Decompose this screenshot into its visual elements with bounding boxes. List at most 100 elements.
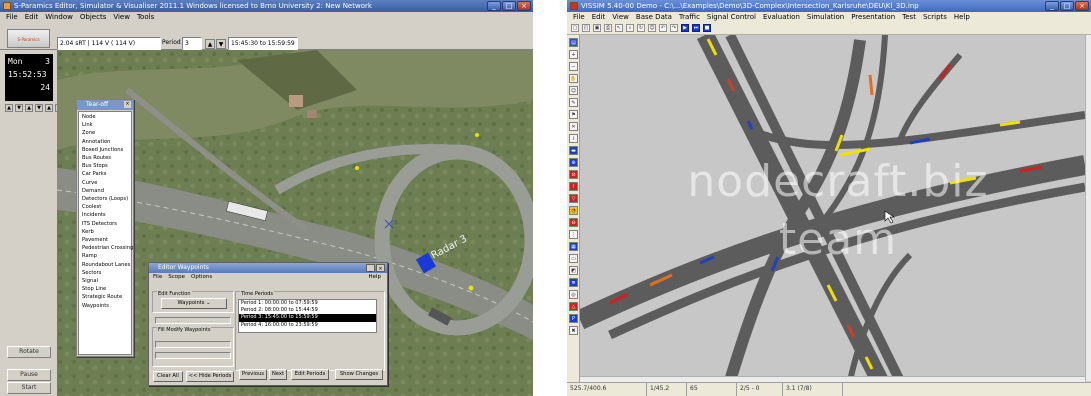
tearoff-item[interactable]: Zone [79,129,131,137]
tearoff-item[interactable]: Link [79,121,131,129]
rotate-button[interactable]: Rotate [7,346,51,358]
close-icon[interactable]: × [517,1,531,11]
network-view[interactable]: nodecraft.biz team [580,35,1085,381]
waypoint-field-2[interactable] [155,341,231,348]
tearoff-item[interactable]: Car Parks [79,170,131,178]
tearoff-item[interactable]: Boxed Junctions [79,146,131,154]
play-icon[interactable]: ▶ [681,24,689,32]
undo-icon[interactable]: ↶ [659,24,667,32]
waypoints-titlebar[interactable]: Editor Waypoints _ × [149,263,387,273]
speed-down-icon-2[interactable]: ▼ [35,104,43,112]
tearoff-item[interactable]: Annotation [79,138,131,146]
period-item[interactable]: Period 4: 16:00:00 to 23:59:59 [239,322,376,329]
menu-tools[interactable]: Tools [137,12,154,22]
menu-item[interactable]: Base Data [636,12,672,22]
stop-sign-icon[interactable]: ⊘ [569,170,578,179]
menu-item[interactable]: Evaluation [763,12,800,22]
tearoff-item[interactable]: Curve [79,179,131,187]
periods-list[interactable]: Period 1: 00:00:00 to 07:59:59 Period 2:… [238,299,377,333]
period-item-selected[interactable]: Period 3: 15:45:00 to 15:59:59 [239,314,376,322]
period-input[interactable]: 3 [182,37,202,50]
tearoff-item[interactable]: Ramp [79,252,131,260]
vertical-scrollbar[interactable] [1085,35,1091,381]
speed-up-icon-2[interactable]: ▲ [25,104,33,112]
print-icon[interactable]: ⎙ [604,24,612,32]
select-icon[interactable]: ↖ [615,24,623,32]
tearoff-item[interactable]: Incidents [79,211,131,219]
waypoint-field-1[interactable] [155,317,231,324]
menu-scope[interactable]: Scope [168,273,185,282]
menu-item[interactable]: Presentation [851,12,895,22]
data-collection-icon[interactable]: ⊕ [569,158,578,167]
no-entry-icon[interactable]: ⊖ [569,218,578,227]
signal-head-icon[interactable]: i [569,134,578,143]
menu-file[interactable]: File [153,273,162,282]
stop-icon[interactable]: ■ [703,24,711,32]
tearoff-item[interactable]: Roundabout Lanes [79,261,131,269]
tearoff-item[interactable]: Pedestrian Crossing [79,244,133,252]
parking-icon[interactable]: P [569,314,578,323]
hide-periods-button[interactable]: << Hide Periods [186,371,234,382]
pt-stop-icon[interactable]: ◎ [569,290,578,299]
queue-counter-icon[interactable]: ◩ [569,266,578,275]
pedestrian-icon[interactable]: ☺ [648,24,656,32]
period-up-icon[interactable]: ▲ [205,39,215,49]
save-icon[interactable]: ▣ [593,24,601,32]
menu-item[interactable]: Traffic [679,12,700,22]
warning-icon[interactable]: ! [569,182,578,191]
pedestrian-tool-icon[interactable]: ☺ [569,86,578,95]
tearoff-item[interactable]: Kerb [79,228,131,236]
speed-up-icon-3[interactable]: ▲ [45,104,53,112]
menu-item[interactable]: View [612,12,629,22]
yield-icon[interactable]: ▽ [569,194,578,203]
menu-item[interactable]: File [573,12,585,22]
zoom-in-icon[interactable]: + [569,50,578,59]
zoom-icon[interactable]: ⌕ [626,24,634,32]
pause-button[interactable]: Pause [7,369,51,381]
clear-all-button[interactable]: Clear All [153,371,183,382]
period-item[interactable]: Period 2: 08:00:00 to 15:44:59 [239,307,376,314]
maximize-icon[interactable]: □ [502,1,516,11]
detector-icon[interactable]: ▦ [569,242,578,251]
pan-icon[interactable]: ✋ [569,74,578,83]
close-icon[interactable]: × [124,101,131,108]
tearoff-item[interactable]: Coolest [79,203,131,211]
travel-time-icon[interactable]: ▭ [569,254,578,263]
tearoff-item[interactable]: Detectors (Loops) [79,195,131,203]
minimize-icon[interactable]: _ [487,1,501,11]
node-icon[interactable]: ✕ [569,122,578,131]
edit-periods-button[interactable]: Edit Periods [291,369,329,380]
menu-objects[interactable]: Objects [80,12,106,22]
tearoff-item[interactable]: Stop Line [79,285,131,293]
redo-icon[interactable]: ↷ [670,24,678,32]
speed-zone-icon[interactable]: ◔ [569,206,578,215]
speed-up-icon[interactable]: ▲ [5,104,13,112]
zoom-out-icon[interactable]: − [569,62,578,71]
link-tool-icon[interactable]: ▤ [569,38,578,47]
tearoff-item[interactable]: Strategic Route [79,293,131,301]
menu-edit[interactable]: Edit [25,12,39,22]
menu-item[interactable]: Signal Control [707,12,756,22]
close-icon[interactable]: × [1075,1,1089,11]
menu-file[interactable]: File [6,12,18,22]
menu-item[interactable]: Simulation [807,12,844,22]
maximize-icon[interactable]: □ [1060,1,1074,11]
minimize-icon[interactable]: _ [1045,1,1059,11]
open-file-icon[interactable]: ◰ [582,24,590,32]
speed-down-icon[interactable]: ▼ [15,104,23,112]
waypoint-field-3[interactable] [155,352,231,359]
tearoff-item[interactable]: Node [79,113,131,121]
menu-help[interactable]: Help [368,273,381,282]
parking-tool-icon[interactable]: ▬ [569,146,578,155]
tearoff-item[interactable]: Pavement [79,236,131,244]
vehicle-input-icon[interactable]: ≣ [569,278,578,287]
tearoff-item[interactable]: Bus Routes [79,154,131,162]
period-item[interactable]: Period 1: 00:00:00 to 07:59:59 [239,300,376,307]
start-button[interactable]: Start [7,382,51,394]
tearoff-item[interactable]: Signal [79,277,131,285]
show-changes-button[interactable]: Show Changes [335,369,383,380]
menu-view[interactable]: View [113,12,130,22]
tearoff-item[interactable]: Waypoints [79,302,131,310]
wand-icon[interactable]: ✎ [569,98,578,107]
previous-button[interactable]: Previous [239,369,267,380]
